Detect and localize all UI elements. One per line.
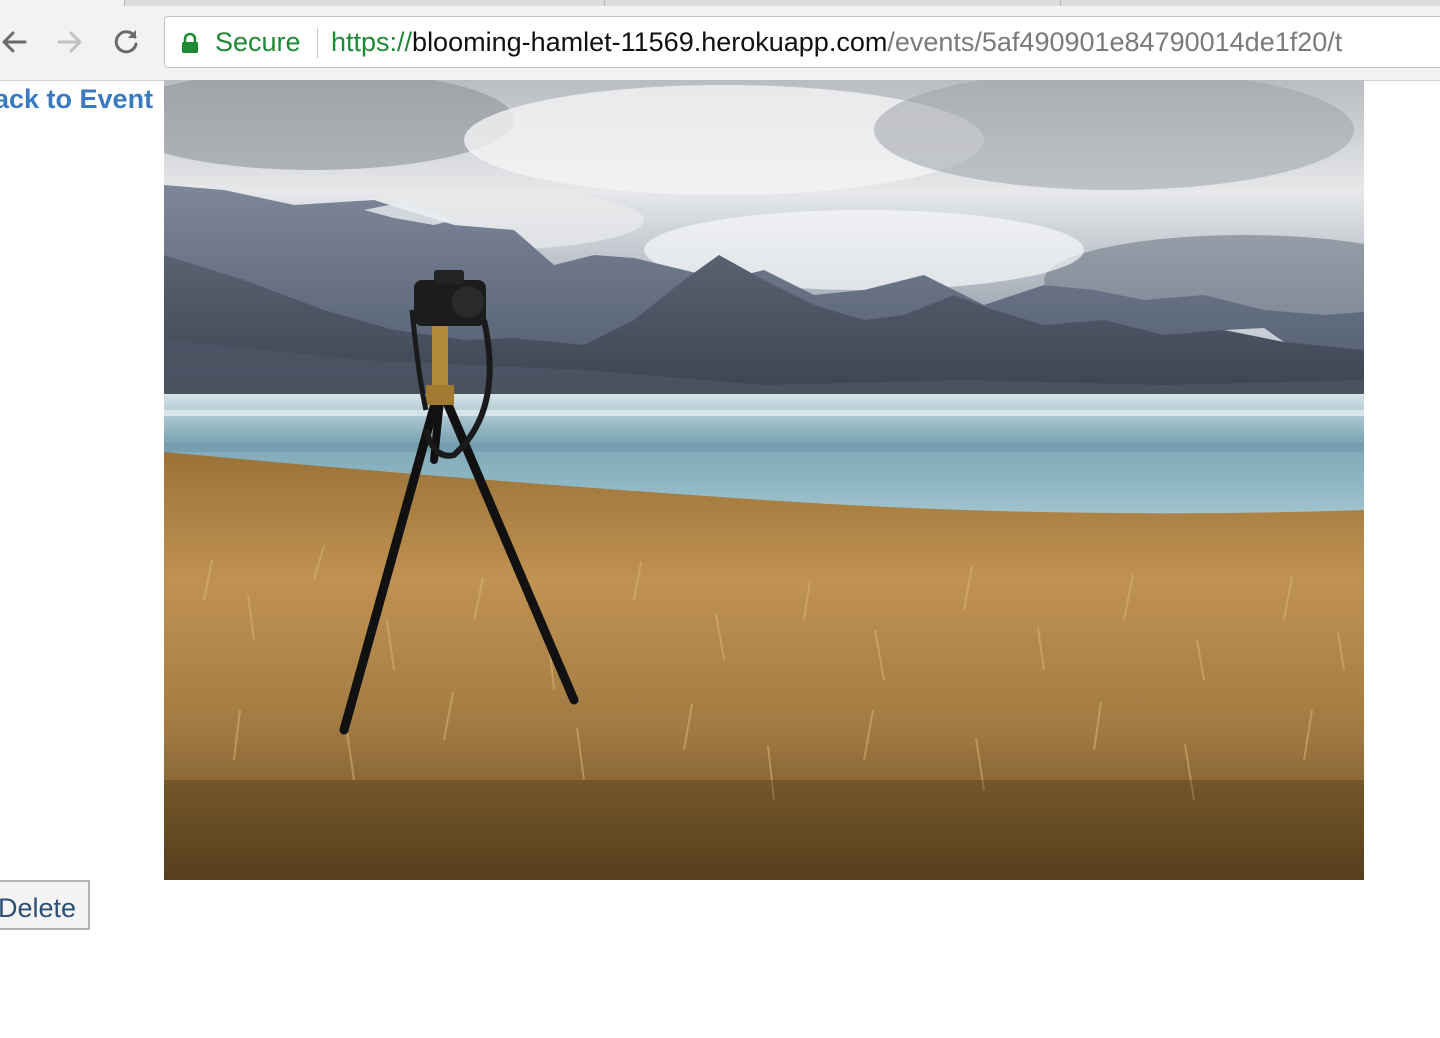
reload-icon [114,30,138,54]
secure-label: Secure [215,27,301,57]
tab-inactive[interactable] [604,0,1061,6]
delete-button[interactable]: Delete [0,880,90,930]
url-scheme: https:// [331,27,413,57]
address-bar[interactable]: Secure https://blooming-hamlet-11569.her… [164,16,1440,68]
browser-toolbar: Secure https://blooming-hamlet-11569.her… [0,0,1440,81]
forward-button[interactable] [50,22,90,62]
tab-active[interactable] [0,0,125,6]
event-photo [164,80,1364,880]
address-bar-divider [317,28,318,58]
forward-arrow-icon [57,31,82,53]
reload-button[interactable] [106,22,146,62]
url-path: /events/5af490901e84790014de1f20/t [887,27,1343,57]
lock-icon [182,32,198,53]
tab-inactive[interactable] [1060,0,1440,6]
url-text[interactable]: https://blooming-hamlet-11569.herokuapp.… [331,27,1342,58]
back-to-events-link[interactable]: ack to Event [0,84,153,115]
url-host: blooming-hamlet-11569.herokuapp.com [412,27,888,57]
tab-strip [0,0,1440,6]
back-button[interactable] [0,22,34,62]
back-arrow-icon [2,31,27,53]
